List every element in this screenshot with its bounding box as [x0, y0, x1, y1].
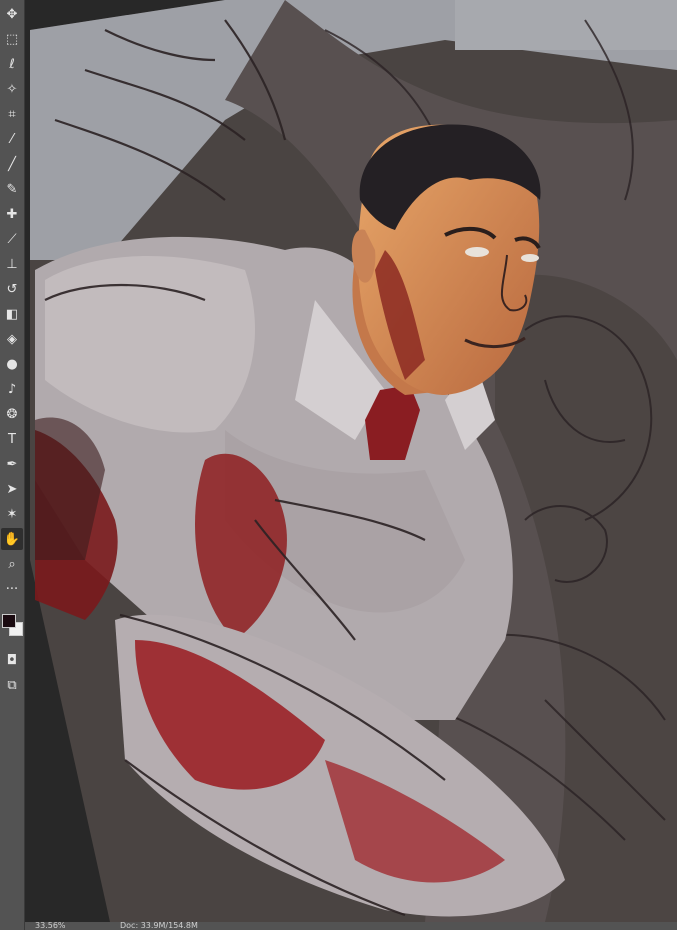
pencil-icon: ✎: [6, 181, 18, 197]
color-swatches[interactable]: [1, 606, 23, 646]
path-selection-icon: ➤: [6, 481, 18, 497]
type-icon: T: [8, 431, 16, 447]
document-canvas[interactable]: [25, 0, 677, 922]
stamp-icon: ⊥: [6, 256, 18, 272]
brush-tool[interactable]: ╱: [1, 153, 23, 175]
hand-icon: ✋: [3, 531, 21, 547]
mixer-brush-tool[interactable]: ⟋: [1, 228, 23, 250]
magic-wand-icon: ✧: [6, 81, 18, 97]
stamp-tool[interactable]: ⊥: [1, 253, 23, 275]
paint-bucket-icon: ◈: [7, 331, 17, 347]
eyedropper-tool[interactable]: ⁄: [1, 128, 23, 150]
mixer-brush-icon: ⟋: [7, 231, 17, 247]
zoom-tool[interactable]: ⌕: [1, 553, 23, 575]
move-icon: ✥: [6, 6, 18, 22]
brush-icon: ╱: [8, 156, 16, 172]
screen-mode-button[interactable]: ⧉: [1, 674, 23, 696]
sponge-icon: ❂: [6, 406, 18, 422]
eraser-tool[interactable]: ◧: [1, 303, 23, 325]
healing-tool[interactable]: ✚: [1, 203, 23, 225]
marquee-icon: ⬚: [5, 31, 19, 47]
sponge-tool[interactable]: ❂: [1, 403, 23, 425]
artwork: [30, 0, 677, 922]
paint-bucket-tool[interactable]: ◈: [1, 328, 23, 350]
blur-tool[interactable]: ●: [1, 353, 23, 375]
healing-icon: ✚: [6, 206, 18, 222]
pen-icon: ✒: [6, 456, 18, 472]
custom-shape-icon: ✶: [6, 506, 18, 522]
pencil-tool[interactable]: ✎: [1, 178, 23, 200]
history-brush-icon: ↺: [6, 281, 18, 297]
dodge-tool[interactable]: ♪: [1, 378, 23, 400]
dodge-icon: ♪: [7, 381, 17, 397]
status-bar: 33.56% Doc: 33.9M/154.8M: [25, 922, 677, 930]
zoom-level[interactable]: 33.56%: [35, 922, 66, 930]
tools-panel: ✥ ⬚ ℓ ✧ ⌗ ⁄ ╱ ✎ ✚ ⟋ ⊥ ↺ ◧ ◈ ● ♪ ❂ T ✒ ➤ ✶ ✋ ⌕ ··· ◘ ⧉: [0, 0, 25, 930]
eraser-icon: ◧: [5, 306, 19, 322]
crop-tool[interactable]: ⌗: [1, 103, 23, 125]
lasso-icon: ℓ: [9, 56, 15, 72]
zoom-icon: ⌕: [8, 556, 16, 572]
crop-icon: ⌗: [8, 106, 16, 122]
eyedropper-icon: ⁄: [10, 131, 14, 147]
marquee-tool[interactable]: ⬚: [1, 28, 23, 50]
path-selection-tool[interactable]: ➤: [1, 478, 23, 500]
blur-icon: ●: [6, 356, 18, 372]
screen-mode-icon: ⧉: [7, 677, 17, 693]
quick-mask-icon: ◘: [6, 652, 18, 668]
more-icon: ···: [5, 581, 19, 597]
lasso-tool[interactable]: ℓ: [1, 53, 23, 75]
type-tool[interactable]: T: [1, 428, 23, 450]
quick-mask-button[interactable]: ◘: [1, 649, 23, 671]
hand-tool[interactable]: ✋: [1, 528, 23, 550]
history-brush-tool[interactable]: ↺: [1, 278, 23, 300]
foreground-color-swatch[interactable]: [2, 614, 16, 628]
document-info: Doc: 33.9M/154.8M: [120, 921, 198, 930]
move-tool[interactable]: ✥: [1, 3, 23, 25]
pen-tool[interactable]: ✒: [1, 453, 23, 475]
magic-wand-tool[interactable]: ✧: [1, 78, 23, 100]
more-tools[interactable]: ···: [1, 578, 23, 600]
custom-shape-tool[interactable]: ✶: [1, 503, 23, 525]
